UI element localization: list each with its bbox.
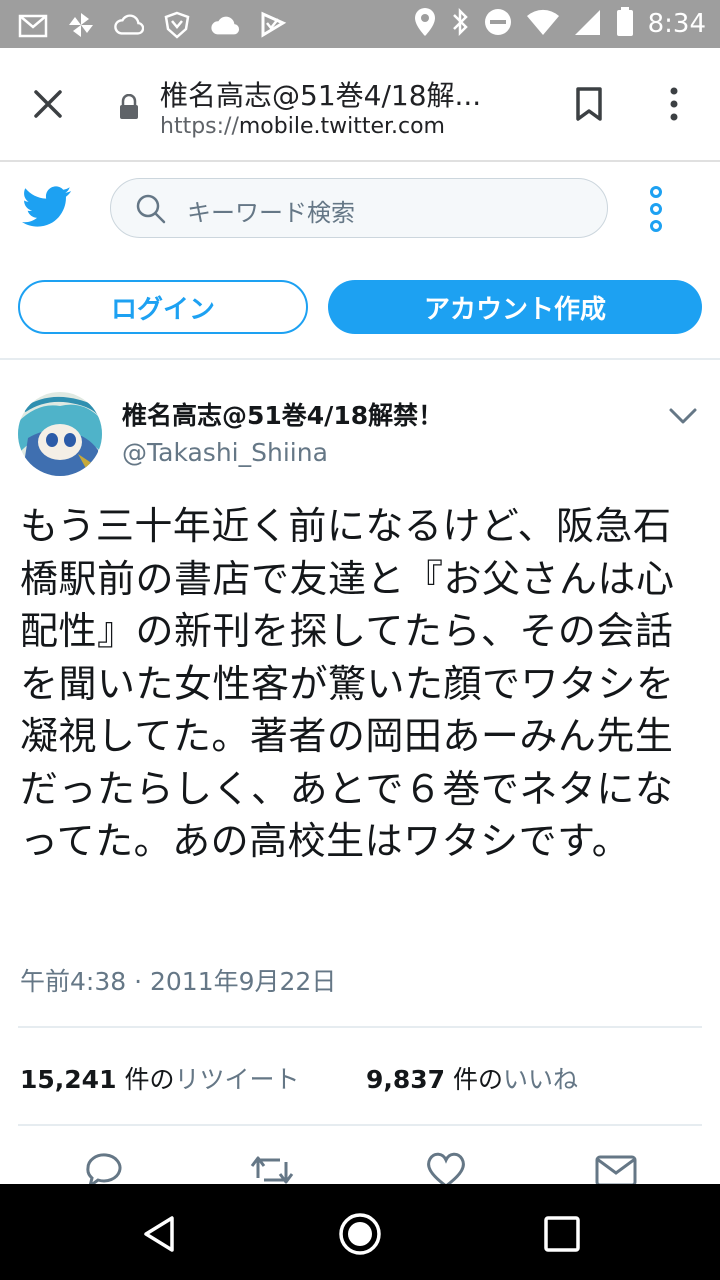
close-icon[interactable] [30,86,66,122]
recents-icon[interactable] [540,1212,584,1256]
status-icons-left [18,10,288,40]
tweet-timestamp[interactable]: 午前4:38 · 2011年9月22日 [20,962,336,998]
page-title[interactable]: 椎名高志@51巻4/18解... [160,74,520,114]
check-flag-icon [258,11,288,39]
menu-kebab-icon[interactable] [664,86,684,122]
more-options-icon[interactable] [646,186,666,232]
twitter-header: キーワード検索 ログイン アカウント作成 [0,162,720,360]
retweet-count: 15,241 [20,1065,117,1094]
mail-icon [18,11,48,39]
retweet-stat[interactable]: 15,241 件のリツイート [20,1060,299,1096]
like-stat[interactable]: 9,837 件のいいね [366,1060,578,1096]
search-placeholder: キーワード検索 [187,199,355,227]
share-mail-icon[interactable] [594,1148,638,1184]
pinwheel-icon [66,11,96,39]
author-handle[interactable]: @Takashi_Shiina [122,438,328,467]
chevron-down-icon[interactable] [668,404,698,428]
status-icons-right: 8:34 [414,7,706,41]
bookmark-icon[interactable] [574,86,604,122]
navigation-bar [0,1184,720,1280]
login-button[interactable]: ログイン [18,280,308,334]
signup-button[interactable]: アカウント作成 [328,280,702,334]
wifi-icon [526,8,560,40]
tweet-actions [0,1140,720,1184]
like-icon[interactable] [424,1148,468,1184]
divider [18,1026,702,1028]
retweet-label: リツイート [174,1065,300,1094]
clock: 8:34 [647,9,706,39]
like-count: 9,837 [366,1065,446,1094]
cell-signal-icon [574,8,602,40]
home-icon[interactable] [338,1212,382,1256]
cloud-icon [210,11,240,39]
back-icon[interactable] [138,1212,182,1256]
lock-icon [118,93,140,120]
browser-toolbar: 椎名高志@51巻4/18解... https://mobile.twitter.… [0,48,720,162]
avatar[interactable] [18,392,102,476]
url-scheme: https:// [160,114,239,139]
like-unit: 件の [453,1065,504,1094]
like-label: いいね [503,1065,579,1094]
retweet-unit: 件の [124,1065,175,1094]
cloud-sync-icon [114,11,144,39]
author-name[interactable]: 椎名高志@51巻4/18解禁！ [122,396,443,432]
divider [18,1124,702,1126]
bluetooth-icon [450,7,470,41]
search-icon [135,193,167,225]
location-icon [414,7,436,41]
shield-icon [162,11,192,39]
do-not-disturb-icon [484,8,512,40]
status-bar: 8:34 [0,0,720,48]
reply-icon[interactable] [82,1148,126,1184]
url-host: mobile.twitter.com [238,114,445,139]
twitter-logo-icon[interactable] [22,186,72,228]
search-input[interactable]: キーワード検索 [110,178,608,238]
page-url[interactable]: https://mobile.twitter.com [160,114,445,139]
retweet-icon[interactable] [250,1148,294,1184]
tweet-text: もう三十年近く前になるけど、阪急石橋駅前の書店で友達と『お父さんは心配性』の新刊… [20,504,675,863]
battery-icon [616,7,634,41]
